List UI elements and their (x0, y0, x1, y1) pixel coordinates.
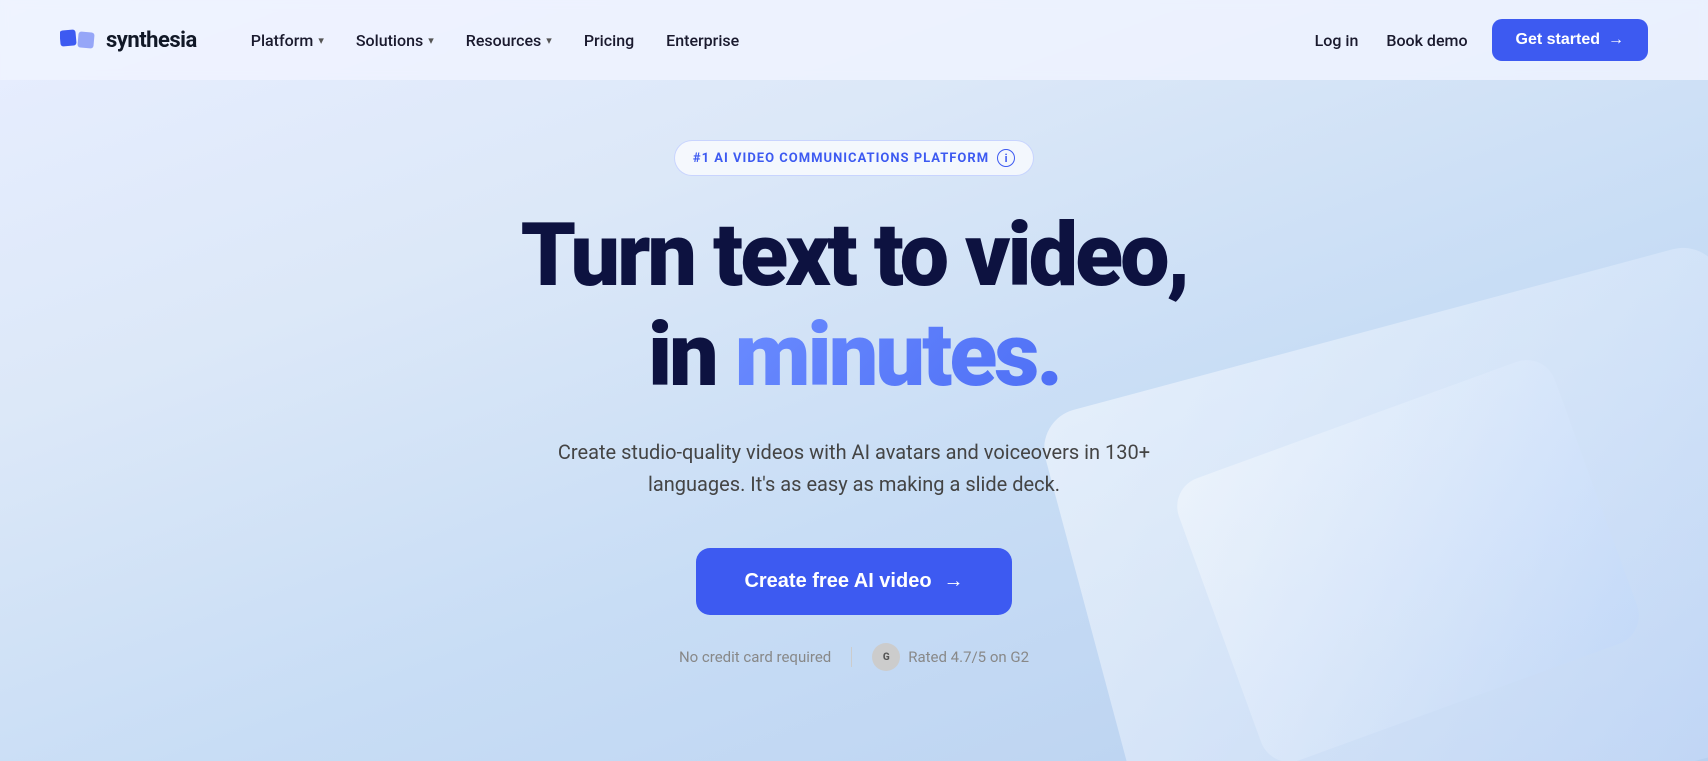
create-free-video-button[interactable]: Create free AI video → (696, 548, 1011, 615)
arrow-icon: → (944, 570, 964, 593)
no-credit-card-text: No credit card required (679, 648, 831, 666)
synthesia-logo-icon (60, 26, 96, 54)
hero-title-line2: in minutes. (648, 312, 1060, 400)
hero-meta: No credit card required G Rated 4.7/5 on… (679, 643, 1029, 671)
info-icon[interactable]: i (997, 149, 1015, 167)
nav-item-resources[interactable]: Resources ▾ (452, 23, 566, 58)
nav-item-enterprise[interactable]: Enterprise (652, 23, 753, 58)
hero-title-line1: Turn text to video, (521, 212, 1188, 300)
arrow-icon: → (1608, 31, 1624, 49)
logo-text: synthesia (106, 28, 197, 53)
navigation: synthesia Platform ▾ Solutions ▾ Resourc… (0, 0, 1708, 80)
login-link[interactable]: Log in (1311, 23, 1363, 58)
hero-title-accent: minutes. (735, 304, 1060, 407)
g2-logo-icon: G (872, 643, 900, 671)
hero-section: #1 AI VIDEO COMMUNICATIONS PLATFORM i Tu… (0, 80, 1708, 751)
nav-actions: Log in Book demo Get started → (1311, 19, 1648, 61)
get-started-button[interactable]: Get started → (1492, 19, 1648, 61)
g2-badge: G Rated 4.7/5 on G2 (872, 643, 1029, 671)
nav-menu: Platform ▾ Solutions ▾ Resources ▾ Prici… (237, 23, 1311, 58)
meta-divider (851, 647, 852, 667)
hero-subtitle: Create studio-quality videos with AI ava… (544, 436, 1164, 500)
badge-text: #1 AI VIDEO COMMUNICATIONS PLATFORM (693, 151, 989, 166)
logo-link[interactable]: synthesia (60, 26, 197, 54)
nav-item-platform[interactable]: Platform ▾ (237, 23, 338, 58)
nav-item-solutions[interactable]: Solutions ▾ (342, 23, 448, 58)
nav-item-pricing[interactable]: Pricing (570, 23, 648, 58)
book-demo-button[interactable]: Book demo (1382, 23, 1471, 58)
chevron-down-icon: ▾ (318, 34, 324, 47)
hero-badge: #1 AI VIDEO COMMUNICATIONS PLATFORM i (674, 140, 1034, 176)
chevron-down-icon: ▾ (546, 34, 552, 47)
hero-title-plain: in (648, 304, 735, 407)
g2-rating-text: Rated 4.7/5 on G2 (908, 648, 1029, 666)
chevron-down-icon: ▾ (428, 34, 434, 47)
